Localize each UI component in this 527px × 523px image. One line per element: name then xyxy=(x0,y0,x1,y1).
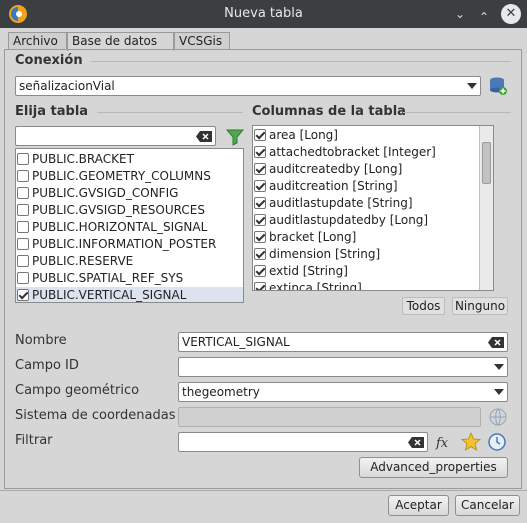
divider xyxy=(97,112,243,113)
clear-icon[interactable] xyxy=(488,337,504,348)
close-icon[interactable]: ✕ xyxy=(501,4,521,24)
list-item[interactable]: PUBLIC.SPATIAL_REF_SYS xyxy=(16,270,243,287)
list-item[interactable]: PUBLIC.BRACKET xyxy=(16,151,243,168)
name-label: Nombre xyxy=(15,333,67,348)
checkbox-checked[interactable] xyxy=(254,180,266,192)
chevron-down-icon xyxy=(467,83,477,89)
scrollbar-thumb[interactable] xyxy=(482,142,491,184)
list-item[interactable]: PUBLIC.GVSIGD_CONFIG xyxy=(16,185,243,202)
dialog-window: Nueva tabla ⌄ ⌃ ✕ Archivo Base de datos … xyxy=(0,0,527,523)
choose-table-label: Elija tabla xyxy=(15,104,89,119)
connection-select[interactable]: señalizacionVial xyxy=(15,76,481,96)
checkbox-checked[interactable] xyxy=(254,231,266,243)
history-icon[interactable] xyxy=(487,432,507,452)
checkbox-checked[interactable] xyxy=(254,163,266,175)
checkbox-checked[interactable] xyxy=(254,265,266,277)
list-item[interactable]: PUBLIC.INFORMATION_POSTER xyxy=(16,236,243,253)
columns-list[interactable]: area [Long] attachedtobracket [Integer] … xyxy=(252,125,494,291)
tables-list[interactable]: PUBLIC.BRACKET PUBLIC.GEOMETRY_COLUMNS P… xyxy=(15,148,244,303)
list-item[interactable]: PUBLIC.RESERVE xyxy=(16,253,243,270)
connection-label: Conexión xyxy=(15,53,83,68)
name-input[interactable]: VERTICAL_SIGNAL xyxy=(178,332,508,352)
geometry-field-select[interactable]: thegeometry xyxy=(178,382,508,402)
expression-icon[interactable]: fx xyxy=(434,432,454,452)
checkbox-checked[interactable] xyxy=(254,248,266,260)
cancel-button[interactable]: Cancelar xyxy=(455,495,520,516)
clear-icon[interactable] xyxy=(196,131,212,142)
table-columns-label: Columnas de la tabla xyxy=(252,104,406,119)
crs-label: Sistema de coordenadas xyxy=(15,408,176,423)
list-item[interactable]: PUBLIC.GEOMETRY_COLUMNS xyxy=(16,168,243,185)
select-none-button[interactable]: Ninguno xyxy=(452,297,508,315)
chevron-down-icon xyxy=(494,364,504,370)
list-item-selected[interactable]: PUBLIC.VERTICAL_SIGNAL xyxy=(16,287,243,302)
checkbox[interactable] xyxy=(17,272,29,284)
list-item[interactable]: PUBLIC.GVSIGD_RESOURCES xyxy=(16,202,243,219)
checkbox-checked[interactable] xyxy=(254,214,266,226)
connection-value: señalizacionVial xyxy=(19,79,115,93)
checkbox-checked[interactable] xyxy=(254,129,266,141)
checkbox[interactable] xyxy=(17,170,29,182)
tab-panel: Conexión señalizacionVial Elija tabla Co… xyxy=(4,49,522,489)
tab-archivo[interactable]: Archivo xyxy=(8,32,67,50)
id-field-select[interactable] xyxy=(178,357,508,377)
list-item[interactable]: PUBLIC.HORIZONTAL_SIGNAL xyxy=(16,219,243,236)
id-field-label: Campo ID xyxy=(15,358,79,373)
checkbox[interactable] xyxy=(17,221,29,233)
advanced-properties-button[interactable]: Advanced_properties xyxy=(359,457,508,478)
title-bar: Nueva tabla ⌄ ⌃ ✕ xyxy=(0,0,527,28)
checkbox-checked[interactable] xyxy=(254,282,266,290)
filter-input[interactable] xyxy=(178,432,428,452)
filter-icon[interactable] xyxy=(225,127,245,147)
globe-icon[interactable] xyxy=(488,407,508,427)
checkbox[interactable] xyxy=(17,187,29,199)
checkbox[interactable] xyxy=(17,255,29,267)
svg-text:fx: fx xyxy=(435,436,449,451)
tab-vcsgis[interactable]: VCSGis xyxy=(174,32,230,50)
crs-input xyxy=(178,407,481,427)
chevron-down-icon xyxy=(494,389,504,395)
window-title: Nueva tabla xyxy=(224,6,303,21)
star-icon[interactable] xyxy=(461,432,481,452)
checkbox[interactable] xyxy=(17,238,29,250)
table-filter-input[interactable] xyxy=(15,126,216,146)
checkbox-checked[interactable] xyxy=(254,197,266,209)
clear-icon[interactable] xyxy=(408,437,424,448)
geometry-field-label: Campo geométrico xyxy=(15,383,140,398)
checkbox-checked[interactable] xyxy=(254,146,266,158)
chevron-up-icon[interactable]: ⌃ xyxy=(475,8,493,26)
checkbox[interactable] xyxy=(17,204,29,216)
divider xyxy=(403,112,511,113)
select-all-button[interactable]: Todos xyxy=(402,297,445,315)
add-connection-icon[interactable] xyxy=(488,76,508,96)
divider xyxy=(0,490,527,491)
filter-label: Filtrar xyxy=(15,433,53,448)
accept-button[interactable]: Aceptar xyxy=(388,495,449,516)
divider xyxy=(91,61,511,62)
columns-scrollbar[interactable] xyxy=(479,126,493,290)
chevron-down-icon[interactable]: ⌄ xyxy=(451,5,469,23)
checkbox[interactable] xyxy=(17,153,29,165)
checkbox-checked[interactable] xyxy=(17,289,29,301)
